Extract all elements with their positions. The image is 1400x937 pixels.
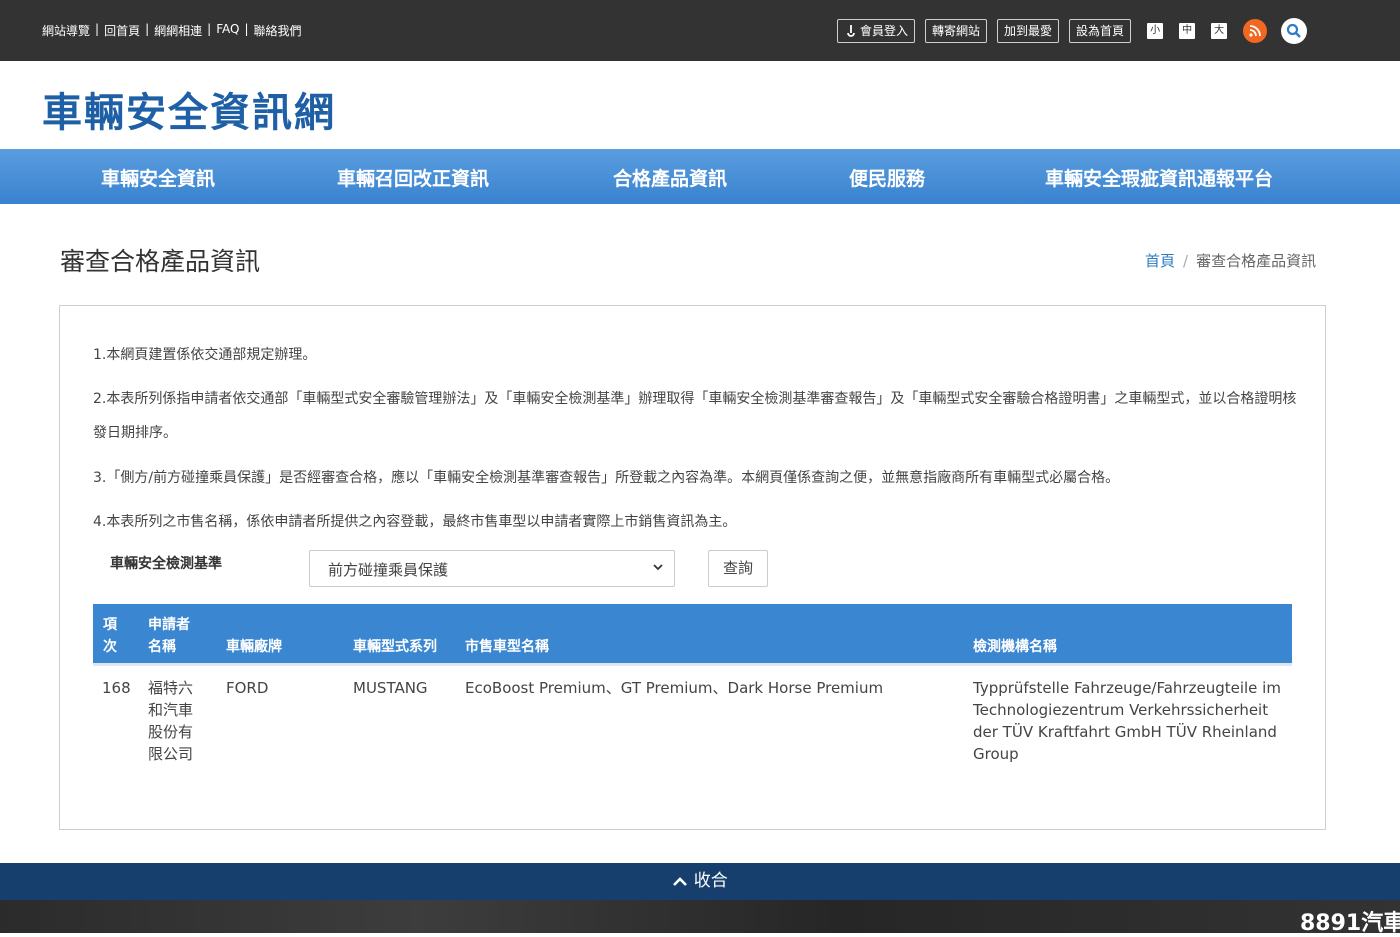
standard-label: 車輛安全檢測基準 (110, 556, 222, 572)
chevron-down-icon (653, 564, 663, 571)
cell-series: MUSTANG (353, 679, 428, 697)
divider: | (95, 22, 100, 36)
font-large-button[interactable]: 大 (1211, 23, 1228, 39)
header-applicant: 申請者 名稱 (148, 614, 190, 658)
cell-brand: FORD (226, 679, 269, 697)
header-index-line1: 項 (103, 617, 117, 633)
collapse-footer-button[interactable]: 收合 (0, 863, 1400, 900)
cell-applicant: 福特六 和汽車 股份有 限公司 (148, 677, 193, 765)
note-3: 3.「側方/前方碰撞乘員保護」是否經審查合格，應以「車輛安全檢測基準審查報告」所… (93, 470, 1120, 486)
cell-applicant-line: 福特六 (148, 679, 194, 697)
cell-agency: Typprüfstelle Fahrzeuge/Fahrzeugteile im… (973, 677, 1281, 765)
top-bar: 網站導覽 | 回首頁 | 網網相連 | FAQ | 聯絡我們 會員登入 轉寄網站… (0, 0, 1400, 61)
collapse-label: 收合 (693, 871, 728, 891)
rss-icon[interactable] (1243, 19, 1268, 43)
footer-background (0, 900, 1400, 933)
nav-item-certified-products[interactable]: 合格產品資訊 (613, 164, 727, 191)
cell-agency-line: der TÜV Kraftfahrt GmbH TÜV Rheinland (973, 723, 1277, 741)
link-contact[interactable]: 聯絡我們 (253, 22, 301, 39)
page-title: 審查合格產品資訊 (60, 247, 261, 276)
note-2: 2.本表所列係指申請者依交通部「車輛型式安全審驗管理辦法」及「車輛安全檢測基準」… (93, 391, 1297, 441)
header-market-name: 市售車型名稱 (465, 639, 549, 655)
header-agency: 檢測機構名稱 (973, 639, 1057, 655)
breadcrumb: 首頁 / 審查合格產品資訊 (1145, 250, 1316, 271)
cell-applicant-line: 和汽車 (148, 701, 194, 719)
cell-agency-line: Typprüfstelle Fahrzeuge/Fahrzeugteile im (973, 679, 1281, 697)
cell-market-name: EcoBoost Premium、GT Premium、Dark Horse P… (465, 679, 884, 697)
site-logo[interactable]: 車輛安全資訊網 (42, 80, 336, 138)
note-4: 4.本表所列之市售名稱，係依申請者所提供之內容登載，最終市售車型以申請者實際上市… (93, 514, 737, 530)
header-index: 項 次 (103, 614, 117, 658)
watermark: 8891汽車 (1300, 911, 1400, 936)
divider: | (244, 22, 249, 36)
link-sitemap[interactable]: 網站導覽 (42, 22, 90, 39)
cell-agency-line: Group (973, 745, 1019, 763)
link-home[interactable]: 回首頁 (104, 22, 140, 39)
utility-buttons: 會員登入 轉寄網站 加到最愛 設為首頁 小 中 大 (837, 18, 1308, 44)
divider: | (207, 22, 212, 36)
breadcrumb-separator: / (1183, 252, 1189, 270)
header-index-line2: 次 (103, 639, 117, 655)
breadcrumb-current: 審查合格產品資訊 (1196, 252, 1317, 270)
cell-applicant-line: 股份有 (148, 723, 194, 741)
note-1: 1.本網頁建置係依交通部規定辦理。 (93, 347, 317, 363)
chevron-up-icon (673, 877, 688, 886)
header-applicant-line1: 申請者 (148, 617, 190, 633)
link-faq[interactable]: FAQ (216, 22, 239, 39)
forward-site-button[interactable]: 轉寄網站 (925, 19, 988, 43)
header-brand: 車輛廠牌 (226, 639, 282, 655)
set-homepage-button[interactable]: 設為首頁 (1069, 19, 1132, 43)
member-login-label: 會員登入 (860, 24, 909, 38)
breadcrumb-home[interactable]: 首頁 (1145, 252, 1175, 270)
utility-links: 網站導覽 | 回首頁 | 網網相連 | FAQ | 聯絡我們 (42, 22, 302, 39)
nav-item-defect-report[interactable]: 車輛安全瑕疵資訊通報平台 (1045, 164, 1273, 191)
key-icon (847, 25, 855, 37)
add-favorite-button[interactable]: 加到最愛 (997, 19, 1060, 43)
link-related-sites[interactable]: 網網相連 (154, 22, 202, 39)
cell-applicant-line: 限公司 (148, 745, 194, 763)
font-medium-button[interactable]: 中 (1179, 23, 1196, 39)
cell-index: 168 (102, 679, 131, 697)
header-applicant-line2: 名稱 (148, 639, 176, 655)
search-icon[interactable] (1281, 18, 1308, 44)
cell-agency-line: Technologiezentrum Verkehrssicherheit (973, 701, 1269, 719)
divider: | (145, 22, 150, 36)
header-series: 車輛型式系列 (353, 639, 437, 655)
table-header: 項 次 申請者 名稱 車輛廠牌 車輛型式系列 市售車型名稱 檢測機構名稱 (93, 604, 1292, 666)
standard-select-value: 前方碰撞乘員保護 (328, 561, 449, 579)
standard-select[interactable]: 前方碰撞乘員保護 (309, 550, 675, 587)
nav-item-services[interactable]: 便民服務 (849, 164, 925, 191)
main-nav: 車輛安全資訊 車輛召回改正資訊 合格產品資訊 便民服務 車輛安全瑕疵資訊通報平台 (0, 149, 1400, 204)
nav-item-recall[interactable]: 車輛召回改正資訊 (337, 164, 489, 191)
font-small-button[interactable]: 小 (1147, 23, 1164, 39)
nav-item-vehicle-safety[interactable]: 車輛安全資訊 (101, 164, 215, 191)
query-button[interactable]: 查詢 (708, 550, 768, 587)
member-login-button[interactable]: 會員登入 (837, 19, 916, 43)
